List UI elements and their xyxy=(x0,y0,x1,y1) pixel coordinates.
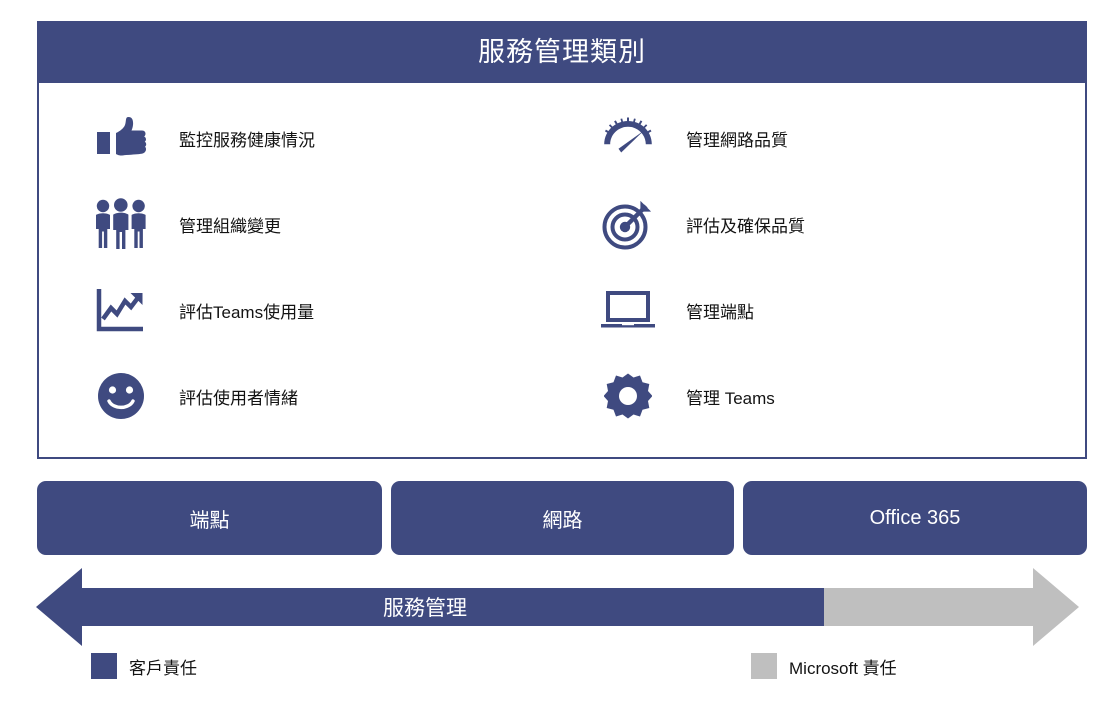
category-item-monitor-service-health[interactable]: 監控服務健康情況 xyxy=(39,95,562,181)
layer-box-network[interactable]: 網路 xyxy=(391,481,734,555)
category-item-manage-endpoint[interactable]: 管理端點 xyxy=(562,267,1085,353)
category-item-label: 管理組織變更 xyxy=(179,216,281,236)
speedometer-icon xyxy=(598,112,658,164)
category-item-assess-ensure-quality[interactable]: 評估及確保品質 xyxy=(562,181,1085,267)
category-item-label: 評估及確保品質 xyxy=(686,216,805,236)
gear-icon xyxy=(598,370,658,422)
category-item-label: 管理網路品質 xyxy=(686,130,788,150)
laptop-icon xyxy=(598,284,658,336)
category-item-assess-teams-usage[interactable]: 評估Teams使用量 xyxy=(39,267,562,353)
page-title: 服務管理類別 xyxy=(478,36,646,67)
smiley-face-icon xyxy=(91,370,151,422)
category-items-grid: 監控服務健康情況 管理網路品質 管理組織變更 評估及確保品質 評估Teams使用… xyxy=(39,83,1085,457)
layer-box-label: 網路 xyxy=(542,509,583,532)
category-item-manage-org-change[interactable]: 管理組織變更 xyxy=(39,181,562,267)
layer-box-label: 端點 xyxy=(189,509,230,532)
category-header-banner: 服務管理類別 xyxy=(37,21,1087,83)
arrow-microsoft-segment xyxy=(824,568,1079,646)
arrow-customer-segment xyxy=(36,568,824,646)
layer-box-label: Office 365 xyxy=(869,506,961,529)
responsibility-arrow xyxy=(20,567,1095,647)
people-group-icon xyxy=(91,198,151,250)
category-item-manage-network-quality[interactable]: 管理網路品質 xyxy=(562,95,1085,181)
category-item-label: 評估使用者情緒 xyxy=(179,388,298,408)
diagram-canvas: 服務管理類別 監控服務健康情況 管理網路品質 管理組織變更 評估及確保品質 評估… xyxy=(0,0,1103,704)
line-chart-icon xyxy=(91,284,151,336)
layer-box-office365[interactable]: Office 365 xyxy=(743,481,1087,555)
category-item-label: 評估Teams使用量 xyxy=(179,302,315,322)
category-item-label: 監控服務健康情況 xyxy=(179,130,315,150)
legend-swatch-customer xyxy=(91,653,117,679)
legend-swatch-microsoft xyxy=(751,653,777,679)
layer-box-endpoint[interactable]: 端點 xyxy=(37,481,382,555)
legend-item-customer: 客戶責任 xyxy=(91,652,197,680)
legend-label: Microsoft 責任 xyxy=(789,658,897,678)
category-item-label: 管理 Teams xyxy=(686,388,775,408)
legend-item-microsoft: Microsoft 責任 xyxy=(751,652,897,680)
category-item-label: 管理端點 xyxy=(686,302,754,322)
legend-label: 客戶責任 xyxy=(129,658,197,678)
category-panel: 監控服務健康情況 管理網路品質 管理組織變更 評估及確保品質 評估Teams使用… xyxy=(37,83,1087,459)
thumbs-up-icon xyxy=(91,112,151,164)
category-item-assess-user-sentiment[interactable]: 評估使用者情緒 xyxy=(39,353,562,439)
category-item-manage-teams[interactable]: 管理 Teams xyxy=(562,353,1085,439)
target-dart-icon xyxy=(598,198,658,250)
